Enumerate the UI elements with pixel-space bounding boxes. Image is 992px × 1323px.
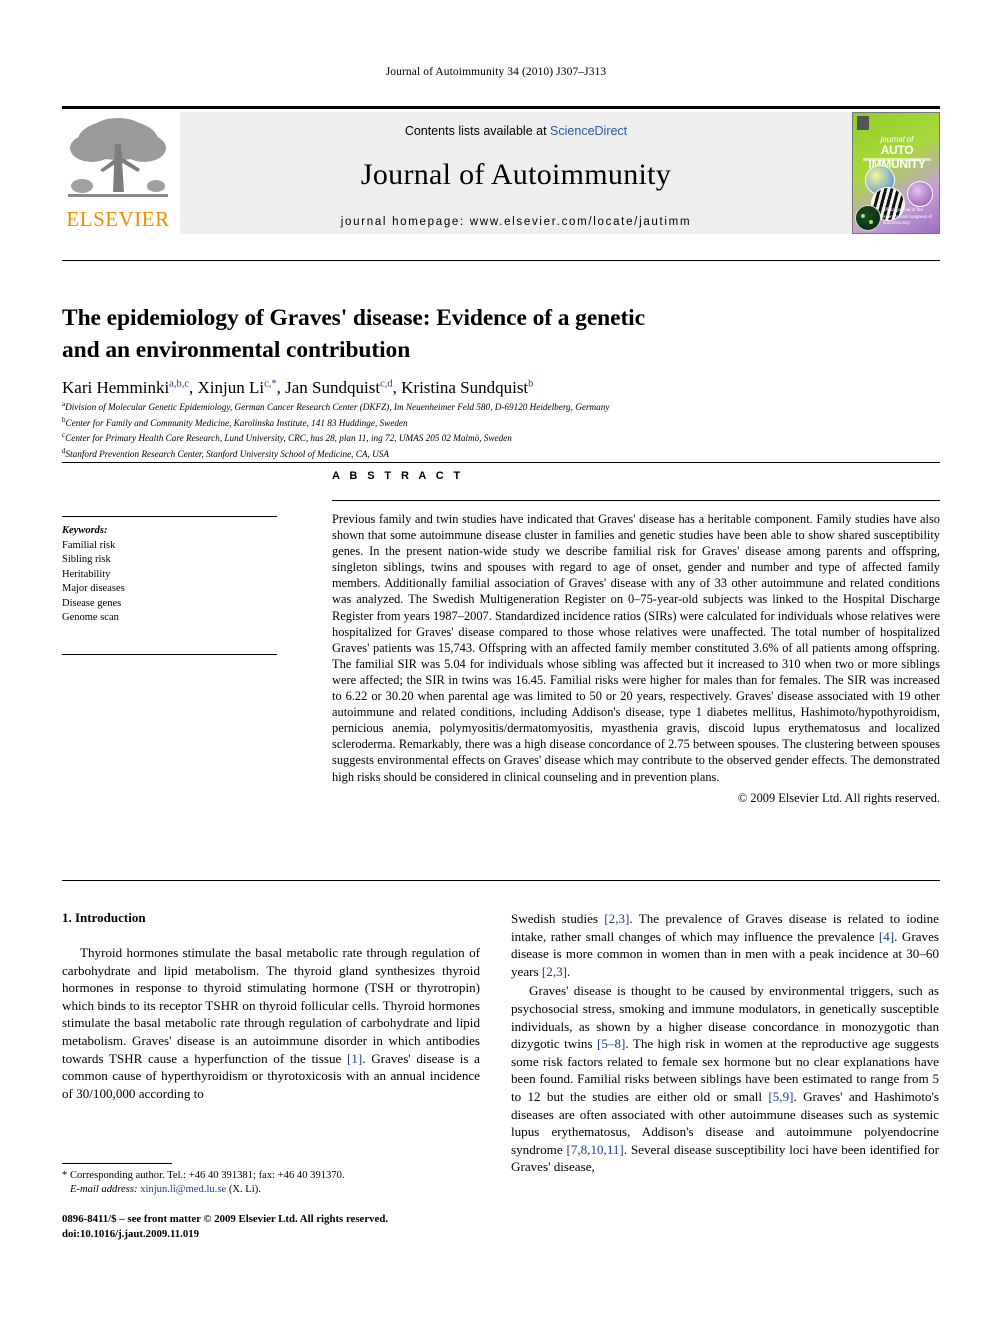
author-list: Kari Hemminkia,b,c, Xinjun Lic,*, Jan Su… <box>62 373 892 399</box>
author-sep: , <box>276 377 286 397</box>
email-link[interactable]: xinjun.li@med.lu.se <box>140 1184 226 1195</box>
abstract-copyright: © 2009 Elsevier Ltd. All rights reserved… <box>737 790 940 805</box>
cover-line2: AUTO IMMUNITY <box>868 143 926 171</box>
author-sep: , <box>392 377 402 397</box>
email-label: E-mail address: <box>69 1184 138 1196</box>
author-entry: Xinjun Lic,*, <box>198 378 286 397</box>
cover-cell-image-4 <box>855 205 881 231</box>
citation-5-8[interactable]: [5–8] <box>597 1036 625 1051</box>
issn-copyright-line: 0896-8411/$ – see front matter © 2009 El… <box>62 1213 389 1225</box>
keyword-item: Familial risk <box>62 539 116 551</box>
citation-2-3[interactable]: [2,3] <box>604 911 629 926</box>
article-title-line-1: The epidemiology of Graves' disease: Evi… <box>62 304 645 331</box>
abstract-heading-rule <box>332 500 940 501</box>
masthead-top-rule <box>62 106 940 109</box>
intro-paragraph-right-1: Swedish studies [2,3]. The prevalence of… <box>511 910 939 980</box>
affiliation-item: bCenter for Family and Community Medicin… <box>62 414 922 430</box>
doi-line[interactable]: doi:10.1016/j.jaut.2009.11.019 <box>62 1227 522 1242</box>
citation-1[interactable]: [1] <box>347 1051 362 1066</box>
elsevier-wordmark: ELSEVIER <box>66 207 170 231</box>
email-suffix: (X. Li). <box>228 1184 261 1196</box>
footnote-block: * Corresponding author. Tel.: +46 40 391… <box>62 1169 482 1198</box>
abstract-text: Previous family and twin studies have in… <box>332 512 940 784</box>
running-head: Journal of Autoimmunity 34 (2010) J307–J… <box>385 66 607 78</box>
corresponding-author-note: * Corresponding author. Tel.: +46 40 391… <box>62 1170 345 1181</box>
author-sep: , <box>189 377 198 397</box>
affiliation-text: Center for Primary Health Care Research,… <box>65 433 512 444</box>
keyword-item: Disease genes <box>62 597 122 609</box>
affiliation-item: dStanford Prevention Research Center, St… <box>62 445 922 461</box>
author-affil-marker: c,* <box>264 378 277 389</box>
author-entry: Kristina Sundquistb <box>401 378 533 397</box>
keywords-bottom-rule <box>62 653 277 655</box>
citation-7-8-10-11[interactable]: [7,8,10,11] <box>566 1142 623 1157</box>
intro-text-part1: Thyroid hormones stimulate the basal met… <box>62 945 480 1066</box>
author-affil-marker: a,b,c <box>169 378 189 389</box>
imprint-block: 0896-8411/$ – see front matter © 2009 El… <box>62 1212 522 1241</box>
author-name[interactable]: Xinjun Li <box>198 378 265 397</box>
keyword-item: Heritability <box>62 568 111 580</box>
sciencedirect-link[interactable]: ScienceDirect <box>550 124 627 138</box>
intro-paragraph-left: Thyroid hormones stimulate the basal met… <box>62 944 480 1102</box>
affiliation-item: cCenter for Primary Health Care Research… <box>62 429 922 445</box>
elsevier-logo: ELSEVIER <box>62 112 174 234</box>
cover-rule <box>863 158 931 161</box>
author-name[interactable]: Jan Sundquist <box>285 378 380 397</box>
keywords-heading: Keywords: <box>62 525 108 536</box>
author-affil-marker: c,d <box>380 378 393 389</box>
page-title: The epidemiology of Graves' disease: Evi… <box>62 302 762 366</box>
article-title-line-2: and an environmental contribution <box>62 336 411 363</box>
author-name[interactable]: Kari Hemminki <box>62 378 169 397</box>
cover-publisher-mark <box>857 116 869 130</box>
abstract-section: Keywords: Familial risk Sibling risk Her… <box>62 470 940 875</box>
journal-cover-thumbnail[interactable]: journal of AUTO IMMUNITY official journa… <box>852 112 940 234</box>
abstract-heading: A B S T R A C T <box>332 470 464 482</box>
journal-masthead: ELSEVIER Contents lists available at Sci… <box>62 106 940 234</box>
journal-homepage-url[interactable]: journal homepage: www.elsevier.com/locat… <box>180 192 852 228</box>
title-divider-rule <box>62 260 940 261</box>
affiliation-text: Stanford Prevention Research Center, Sta… <box>65 449 389 460</box>
affiliation-text: Center for Family and Community Medicine… <box>65 417 408 428</box>
contents-prefix: Contents lists available at <box>404 124 547 138</box>
citation-2-3-b[interactable]: [2,3] <box>542 964 567 979</box>
journal-title: Journal of Autoimmunity <box>360 158 672 191</box>
section-heading-introduction: 1. Introduction <box>62 910 146 925</box>
citation-4[interactable]: [4] <box>879 929 894 944</box>
keyword-item: Sibling risk <box>62 554 111 565</box>
cover-footer-text: official journal of the international co… <box>883 206 933 226</box>
affiliation-text: Division of Molecular Genetic Epidemiolo… <box>65 402 610 413</box>
masthead-center-band: Contents lists available at ScienceDirec… <box>180 112 852 234</box>
affiliation-list: aDivision of Molecular Genetic Epidemiol… <box>62 398 922 461</box>
keyword-item: Major diseases <box>62 583 125 594</box>
abstract-block: A B S T R A C T Previous family and twin… <box>332 470 940 806</box>
email-note: E-mail address: xinjun.li@med.lu.se (X. … <box>62 1183 482 1197</box>
elsevier-tree-icon <box>68 118 168 197</box>
article-page: Journal of Autoimmunity 34 (2010) J307–J… <box>0 0 992 1323</box>
citation-5-9[interactable]: [5,9] <box>768 1089 793 1104</box>
right-text-a: Swedish studies <box>511 911 605 926</box>
keywords-block: Keywords: Familial risk Sibling risk Her… <box>62 516 277 655</box>
affiliation-item: aDivision of Molecular Genetic Epidemiol… <box>62 398 922 414</box>
author-entry: Kari Hemminkia,b,c, <box>62 378 198 397</box>
body-column-right: Swedish studies [2,3]. The prevalence of… <box>511 910 939 1178</box>
abstract-top-rule <box>62 462 940 463</box>
cover-cell-image-3 <box>907 181 933 207</box>
author-affil-marker: b <box>528 378 534 389</box>
intro-paragraph-right-2: Graves' disease is thought to be caused … <box>511 982 939 1176</box>
body-column-left: 1. Introduction Thyroid hormones stimula… <box>62 910 480 1104</box>
body-top-rule <box>62 880 940 881</box>
keywords-top-rule <box>62 516 277 517</box>
contents-available-line: Contents lists available at ScienceDirec… <box>180 112 852 138</box>
right-text-d: . <box>567 963 571 979</box>
cover-dot-2 <box>869 220 873 224</box>
keyword-item: Genome scan <box>62 612 119 623</box>
footnote-separator-rule <box>62 1163 172 1164</box>
author-name[interactable]: Kristina Sundquist <box>401 378 528 397</box>
author-entry: Jan Sundquistc,d, <box>285 378 401 397</box>
cover-dot-1 <box>861 214 865 218</box>
